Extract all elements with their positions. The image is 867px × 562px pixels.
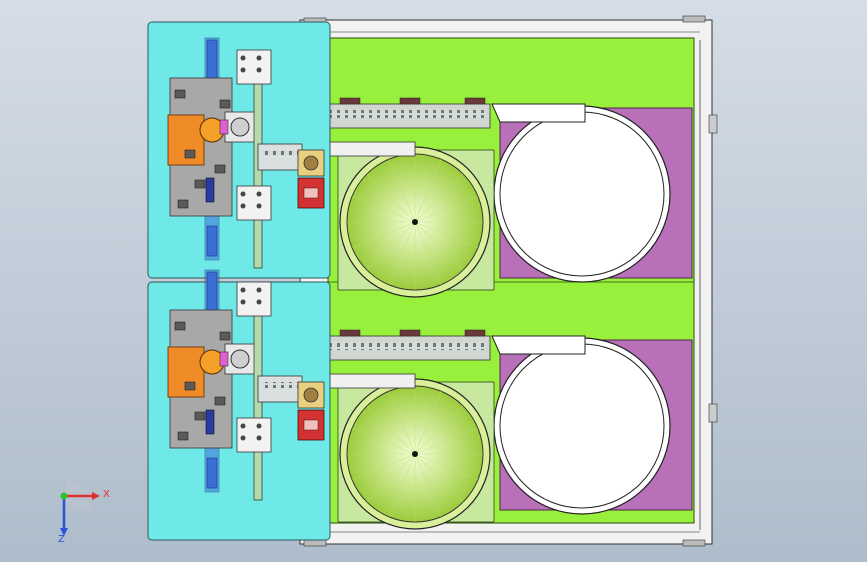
lower-bracket (236, 185, 272, 221)
outer-ring (493, 337, 671, 515)
bolt (256, 55, 262, 61)
bolt (240, 435, 246, 441)
pusher-bar (257, 375, 303, 403)
fastener-block (214, 396, 226, 406)
clamp-pad (219, 351, 229, 367)
rail-cap (206, 271, 218, 313)
bolt (240, 191, 246, 197)
slider-gear (303, 387, 319, 403)
bolt (256, 287, 262, 293)
fastener-block (184, 149, 196, 159)
pusher-rack (262, 150, 300, 156)
bolt (240, 67, 246, 73)
conveyor-clamp (464, 329, 486, 337)
disc-center-hub (412, 451, 418, 457)
clamp-rotor (230, 349, 250, 369)
upper-bracket (236, 49, 272, 85)
conveyor-clamp (399, 97, 421, 105)
lift-column (253, 77, 263, 269)
pusher-rack (262, 382, 300, 388)
lower-bracket (236, 417, 272, 453)
clamp-rotor (230, 117, 250, 137)
fastener-block (214, 164, 226, 174)
cylinder (205, 177, 215, 203)
fastener-block (177, 199, 189, 209)
cad-viewport[interactable]: X Z (0, 0, 867, 562)
fastener-block (174, 321, 186, 331)
bolt (240, 287, 246, 293)
bolt (256, 299, 262, 305)
bolt (240, 423, 246, 429)
lift-column (253, 309, 263, 501)
bolt (240, 55, 246, 61)
rail-cap (206, 39, 218, 81)
ring-outlet-chute (491, 103, 586, 123)
bolt (256, 67, 262, 73)
fastener-block (219, 99, 231, 109)
disc-center-hub (412, 219, 418, 225)
fastener-block (174, 89, 186, 99)
bolt (240, 203, 246, 209)
slider-gear (303, 155, 319, 171)
axis-y-dot-icon (60, 492, 68, 500)
outer-ring (493, 105, 671, 283)
rail-end (206, 225, 218, 257)
fastener-block (219, 331, 231, 341)
clamp-pad (219, 119, 229, 135)
conveyor-clamp (339, 97, 361, 105)
red-block-window (303, 187, 319, 199)
axis-z-label: Z (58, 534, 65, 545)
fastener-block (184, 381, 196, 391)
rail-end (206, 457, 218, 489)
fastener-block (194, 411, 206, 421)
cylinder (205, 409, 215, 435)
fastener-block (194, 179, 206, 189)
bolt (240, 299, 246, 305)
bolt (256, 423, 262, 429)
fastener-block (177, 431, 189, 441)
red-block-window (303, 419, 319, 431)
bolt (256, 191, 262, 197)
axis-x-label: X (103, 489, 110, 500)
conveyor-clamp (464, 97, 486, 105)
upper-bracket (236, 281, 272, 317)
bolt (256, 435, 262, 441)
conveyor-clamp (339, 329, 361, 337)
conveyor-clamp (399, 329, 421, 337)
ring-outlet-chute (491, 335, 586, 355)
pusher-bar (257, 143, 303, 171)
bolt (256, 203, 262, 209)
